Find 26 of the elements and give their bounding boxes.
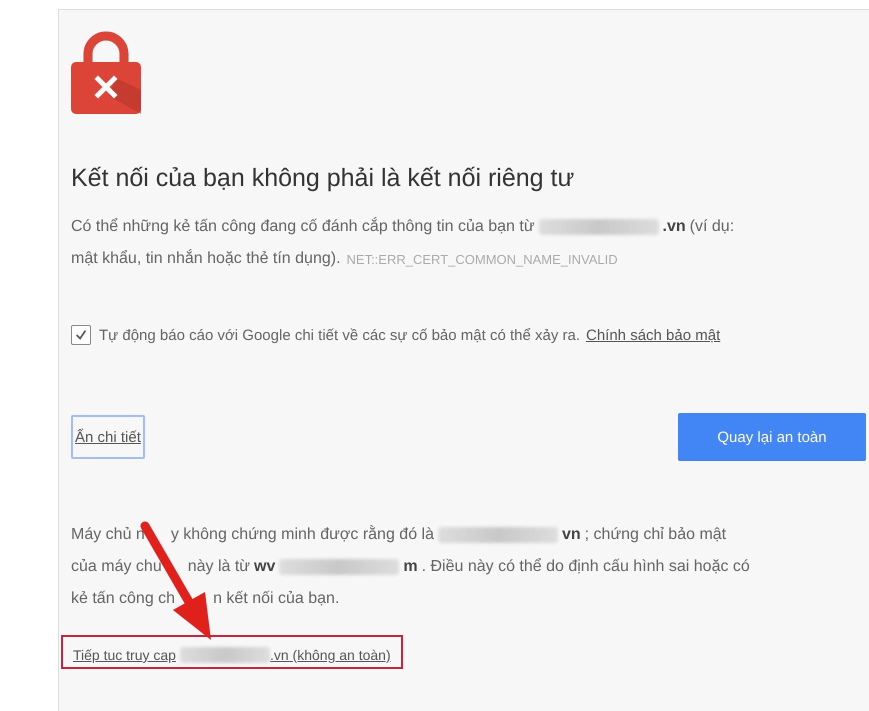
error-code: NET::ERR_CERT_COMMON_NAME_INVALID	[346, 252, 618, 266]
intro-text: mật khẩu, tin nhắn hoặc thẻ tín dụng).	[71, 250, 341, 268]
domain-text: vn	[562, 526, 581, 544]
privacy-policy-link[interactable]: Chính sách bảo mật	[586, 326, 720, 344]
domain-text: wv	[254, 558, 276, 576]
details-text: . Điều này có thể do định cấu hình sai hoặc có	[422, 558, 750, 576]
hide-details-link[interactable]: Ẩn chi tiết	[71, 415, 145, 459]
details-text: của máy chu	[71, 558, 162, 576]
lock-error-icon	[71, 30, 141, 114]
page-heading: Kết nối của bạn không phải là kết nối riêng tư	[71, 164, 576, 193]
details-text: n kết nối của bạn.	[213, 590, 340, 608]
proceed-link[interactable]: .vn (không an toàn)	[270, 647, 391, 663]
details-text: này là từ	[188, 558, 250, 576]
report-label: Tự động báo cáo với Google chi tiết về các sự cố bảo mật có thể xảy ra.	[99, 326, 580, 344]
details-text: kẻ tấn công ch	[71, 590, 176, 608]
domain-text: .vn	[662, 218, 686, 236]
proceed-link[interactable]: Tiếp tuc truy cap	[73, 647, 176, 663]
checkmark-icon	[74, 328, 88, 342]
back-to-safety-button[interactable]: Quay lại an toàn	[678, 413, 866, 461]
details-text: ; chứng chỉ bảo mật	[584, 526, 726, 544]
intro-text: Có thể những kẻ tấn công đang cố đánh cắp thông tin của bạn từ	[71, 218, 535, 236]
intro-text: (ví dụ:	[690, 218, 734, 236]
details-text: Máy chủ n	[71, 526, 145, 544]
domain-text: m	[403, 558, 418, 576]
report-checkbox[interactable]	[71, 325, 91, 345]
details-text: y không chứng minh được rằng đó là	[170, 526, 434, 544]
